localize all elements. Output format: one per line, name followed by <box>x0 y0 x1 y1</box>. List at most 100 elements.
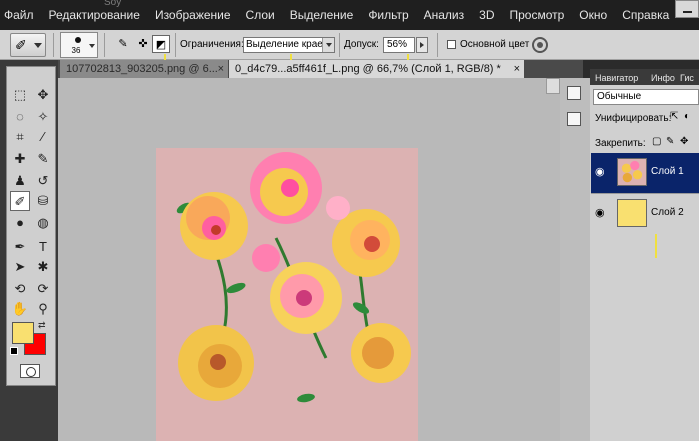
menu-view[interactable]: Просмотр <box>509 8 564 22</box>
crop-icon[interactable]: ⌗ <box>10 127 30 147</box>
brush-tip-icon <box>75 37 81 43</box>
pen-icon[interactable]: ✒ <box>10 237 30 257</box>
blur-icon[interactable]: ● <box>10 213 30 233</box>
layer-thumbnail <box>617 199 647 227</box>
layer-name: Слой 1 <box>651 166 684 177</box>
3d-rotate-icon[interactable]: ⟲ <box>10 279 30 299</box>
lock-label: Закрепить: <box>595 138 646 149</box>
menu-help[interactable]: Справка <box>622 8 669 22</box>
tab-label: 0_d4c79...a5ff461f_L.png @ 66,7% (Слой 1… <box>235 63 501 75</box>
quick-select-icon[interactable]: ✧ <box>33 107 53 127</box>
move-icon[interactable]: ✥ <box>33 85 53 105</box>
history-panel-icon[interactable] <box>567 86 581 100</box>
sampling-once-icon[interactable]: ✜ <box>134 35 152 53</box>
chevron-down-icon <box>322 38 334 52</box>
quick-mask-button[interactable] <box>20 364 40 378</box>
type-icon[interactable]: T <box>33 237 53 257</box>
layer-row-sloy-1[interactable]: ◉ Слой 1 <box>591 153 699 193</box>
eye-icon[interactable]: ◉ <box>595 165 605 178</box>
sampling-background-swatch-icon[interactable]: ◩ <box>152 35 170 53</box>
menu-3d[interactable]: 3D <box>479 8 494 22</box>
close-icon[interactable]: × <box>218 60 224 78</box>
paint-bucket-icon[interactable]: ⛁ <box>33 191 53 211</box>
menu-file[interactable]: Файл <box>4 8 34 22</box>
sampling-continuous-icon[interactable]: ✎ <box>114 35 132 53</box>
tolerance-slider-arrow[interactable] <box>416 37 428 53</box>
tab-navigator[interactable]: Навигатор <box>592 71 647 85</box>
vertical-scrollbar[interactable] <box>546 78 560 94</box>
limits-label: Ограничения: <box>180 39 244 50</box>
brush-size: 36 <box>71 46 81 55</box>
clone-stamp-icon[interactable]: ♟ <box>10 171 30 191</box>
window-title-fragment: Soy <box>104 0 122 8</box>
blend-mode-select[interactable]: Обычные <box>593 89 699 105</box>
limits-value: Выделение краев <box>246 39 329 50</box>
minimize-button[interactable] <box>675 0 699 18</box>
lasso-icon[interactable]: ◌ <box>10 107 30 127</box>
swap-colors-icon[interactable]: ⇄ <box>38 320 46 331</box>
default-colors-icon[interactable] <box>10 347 18 355</box>
eraser-icon[interactable]: ✐ <box>10 191 30 211</box>
layers-panel <box>590 69 699 441</box>
document-tab[interactable]: 107702813_903205.png @ 6... × <box>60 60 228 78</box>
foreground-color-swatch[interactable] <box>12 322 34 344</box>
zoom-icon[interactable]: ⚲ <box>33 299 53 319</box>
divider <box>104 33 105 57</box>
layer-thumbnail <box>617 158 647 186</box>
healing-brush-icon[interactable]: ✚ <box>10 149 30 169</box>
protect-foreground-checkbox[interactable] <box>447 40 456 49</box>
document-image[interactable] <box>156 148 418 441</box>
lock-position-icon[interactable]: ✥ <box>680 137 690 147</box>
minimize-icon <box>683 11 692 13</box>
tab-info[interactable]: Инфо <box>648 71 676 85</box>
menu-image[interactable]: Изображение <box>155 8 231 22</box>
unify-label: Унифицировать: <box>595 113 672 124</box>
menu-filter[interactable]: Фильтр <box>368 8 408 22</box>
3d-orbit-icon[interactable]: ⟳ <box>33 279 53 299</box>
dodge-icon[interactable]: ◍ <box>33 213 53 233</box>
flowers-thumb-icon <box>621 160 643 183</box>
background-eraser-icon: ✐ <box>15 37 27 53</box>
tab-histogram[interactable]: Гис <box>677 71 699 85</box>
actions-panel-icon[interactable] <box>567 112 581 126</box>
tab-label: 107702813_903205.png @ 6... <box>66 63 218 75</box>
tolerance-input[interactable]: 56% <box>383 37 415 53</box>
limits-select[interactable]: Выделение краев <box>243 37 335 53</box>
hand-icon[interactable]: ✋ <box>10 299 30 319</box>
document-tab-active[interactable]: 0_d4c79...a5ff461f_L.png @ 66,7% (Слой 1… <box>229 60 524 78</box>
layer-name: Слой 2 <box>651 207 684 218</box>
eye-icon[interactable]: ◉ <box>595 206 605 219</box>
tolerance-label: Допуск: <box>344 39 379 50</box>
dock-icon-strip <box>560 78 590 441</box>
brush-preset-picker[interactable]: 36 <box>60 32 98 58</box>
rose-wreath-artwork <box>176 152 411 403</box>
close-icon[interactable]: × <box>514 60 520 78</box>
protect-foreground-label: Основной цвет <box>460 39 530 50</box>
options-bar: ✐ 36 ✎ ✜ ◩ Ограничения: Выделение краев … <box>0 30 699 60</box>
marquee-icon[interactable]: ⬚ <box>10 85 30 105</box>
lock-pixels-icon[interactable]: ✎ <box>666 137 676 147</box>
menu-window[interactable]: Окно <box>579 8 607 22</box>
menu-select[interactable]: Выделение <box>290 8 354 22</box>
menu-edit[interactable]: Редактирование <box>49 8 140 22</box>
divider <box>53 33 54 57</box>
divider <box>175 33 176 57</box>
chevron-down-icon <box>34 43 42 48</box>
layer-row-sloy-2[interactable]: ◉ Слой 2 <box>591 194 699 234</box>
menu-layers[interactable]: Слои <box>246 8 275 22</box>
menu-analysis[interactable]: Анализ <box>424 8 465 22</box>
unify-visibility-icon[interactable]: ◐ <box>684 112 694 122</box>
divider <box>339 33 340 57</box>
path-select-icon[interactable]: ➤ <box>10 257 30 277</box>
tool-preset-picker[interactable]: ✐ <box>10 33 46 57</box>
lock-transparency-icon[interactable]: ▢ <box>652 137 662 147</box>
tablet-pressure-icon[interactable] <box>532 37 548 53</box>
brush-icon[interactable]: ✎ <box>33 149 53 169</box>
divider <box>437 33 438 57</box>
menu-bar: Soy Файл Редактирование Изображение Слои… <box>0 0 699 30</box>
eyedropper-icon[interactable]: ⁄ <box>33 127 53 147</box>
annotation-marker <box>655 234 657 258</box>
shape-icon[interactable]: ✱ <box>33 257 53 277</box>
history-brush-icon[interactable]: ↺ <box>33 171 53 191</box>
unify-position-icon[interactable]: ⇱ <box>670 112 680 122</box>
